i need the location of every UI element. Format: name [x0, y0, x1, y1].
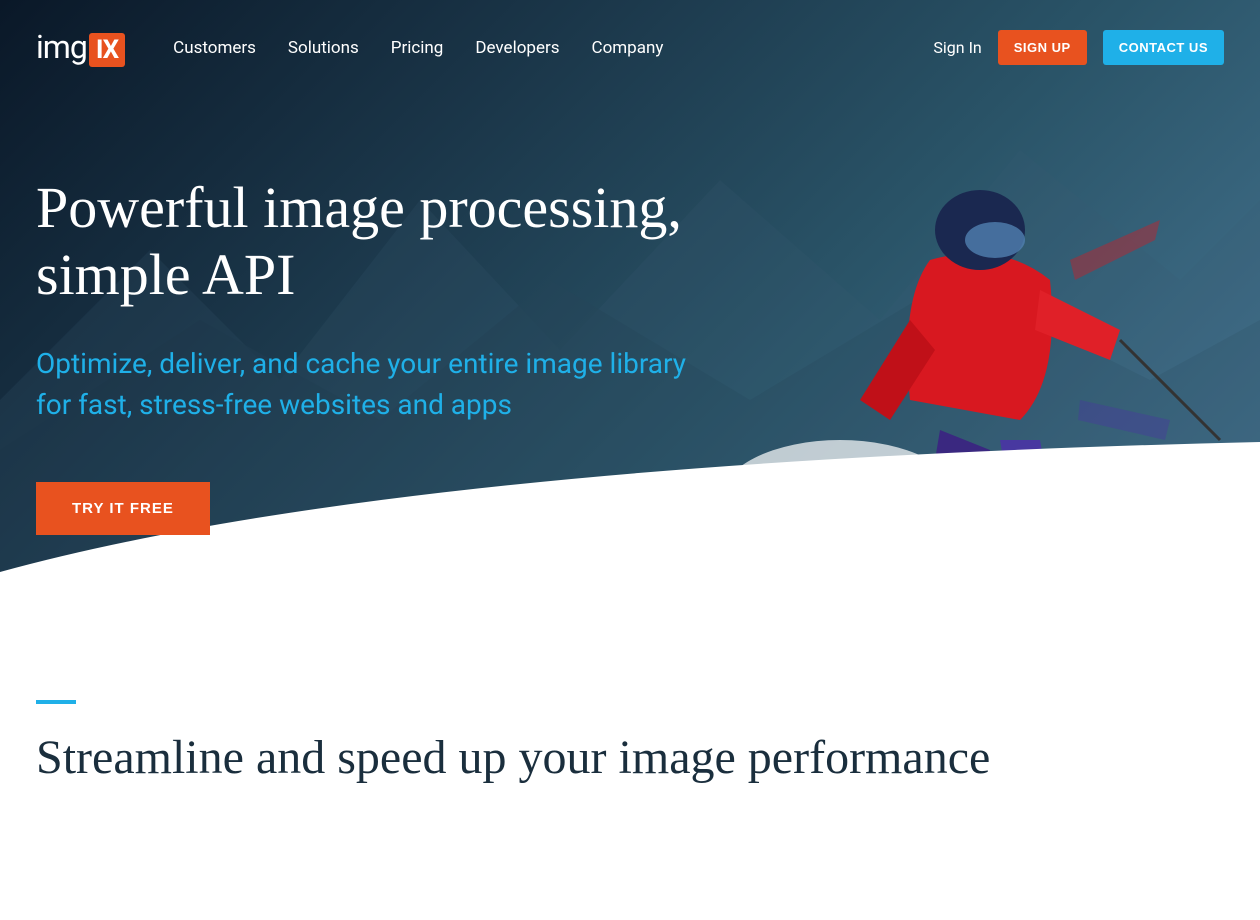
logo-text: img	[36, 28, 87, 66]
nav-developers[interactable]: Developers	[475, 38, 559, 58]
header: imgIX Customers Solutions Pricing Develo…	[0, 0, 1260, 95]
logo-box: IX	[89, 33, 125, 67]
hero-title: Powerful image processing, simple API	[36, 175, 714, 308]
main-nav: Customers Solutions Pricing Developers C…	[173, 38, 663, 58]
section2-title: Streamline and speed up your image perfo…	[36, 728, 1224, 788]
hero-section: imgIX Customers Solutions Pricing Develo…	[0, 0, 1260, 620]
performance-section: Streamline and speed up your image perfo…	[0, 620, 1260, 788]
logo[interactable]: imgIX	[36, 28, 125, 67]
hero-subtitle: Optimize, deliver, and cache your entire…	[36, 344, 714, 425]
nav-solutions[interactable]: Solutions	[288, 38, 359, 58]
nav-customers[interactable]: Customers	[173, 38, 256, 58]
nav-pricing[interactable]: Pricing	[391, 38, 444, 58]
signin-link[interactable]: Sign In	[933, 38, 981, 57]
contact-button[interactable]: CONTACT US	[1103, 30, 1224, 65]
hero-content: Powerful image processing, simple API Op…	[0, 95, 750, 535]
try-free-button[interactable]: TRY IT FREE	[36, 482, 210, 535]
header-actions: Sign In SIGN UP CONTACT US	[933, 30, 1224, 65]
accent-bar	[36, 700, 76, 704]
nav-company[interactable]: Company	[592, 38, 664, 58]
signup-button[interactable]: SIGN UP	[998, 30, 1087, 65]
